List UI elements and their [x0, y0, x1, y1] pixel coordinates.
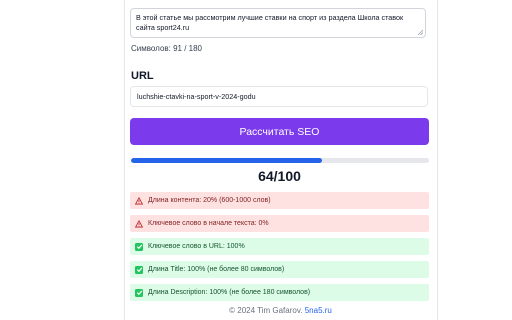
calculate-seo-button[interactable]: Рассчитать SEO [130, 118, 429, 145]
result-text: Длина контента: 20% (600-1000 слов) [148, 197, 271, 204]
footer-copyright: © 2024 Tim Gafarov. [229, 306, 303, 315]
description-text: В этой статье мы рассмотрим лучшие ставк… [136, 13, 404, 32]
check-icon [135, 242, 143, 251]
result-text: Ключевое слово в URL: 100% [148, 243, 245, 250]
resize-handle-icon[interactable] [417, 29, 423, 35]
score-progress-fill [131, 158, 322, 163]
result-item: Длина Title: 100% (не более 80 символов) [130, 261, 429, 278]
result-item: Ключевое слово в начале текста: 0% [130, 215, 429, 232]
results-list: Длина контента: 20% (600-1000 слов) Ключе… [130, 192, 429, 307]
result-text: Длина Description: 100% (не более 180 си… [148, 289, 311, 296]
check-icon [135, 288, 143, 297]
result-item: Ключевое слово в URL: 100% [130, 238, 429, 255]
warning-icon [135, 196, 143, 205]
score-progress-bar [131, 158, 429, 163]
footer: © 2024 Tim Gafarov. 5na5.ru [124, 306, 437, 315]
result-text: Длина Title: 100% (не более 80 символов) [148, 266, 285, 273]
result-item: Длина контента: 20% (600-1000 слов) [130, 192, 429, 209]
url-input[interactable]: luchshie-ctavki-na-sport-v-2024-godu [130, 86, 428, 107]
char-counter: Символов: 91 / 180 [131, 44, 202, 53]
footer-link[interactable]: 5na5.ru [305, 306, 332, 315]
result-item: Длина Description: 100% (не более 180 си… [130, 284, 429, 301]
url-label: URL [131, 70, 154, 82]
check-icon [135, 265, 143, 274]
result-text: Ключевое слово в начале текста: 0% [148, 220, 269, 227]
score-value: 64/100 [258, 168, 301, 184]
description-textarea[interactable]: В этой статье мы рассмотрим лучшие ставк… [130, 8, 426, 38]
warning-icon [135, 219, 143, 228]
